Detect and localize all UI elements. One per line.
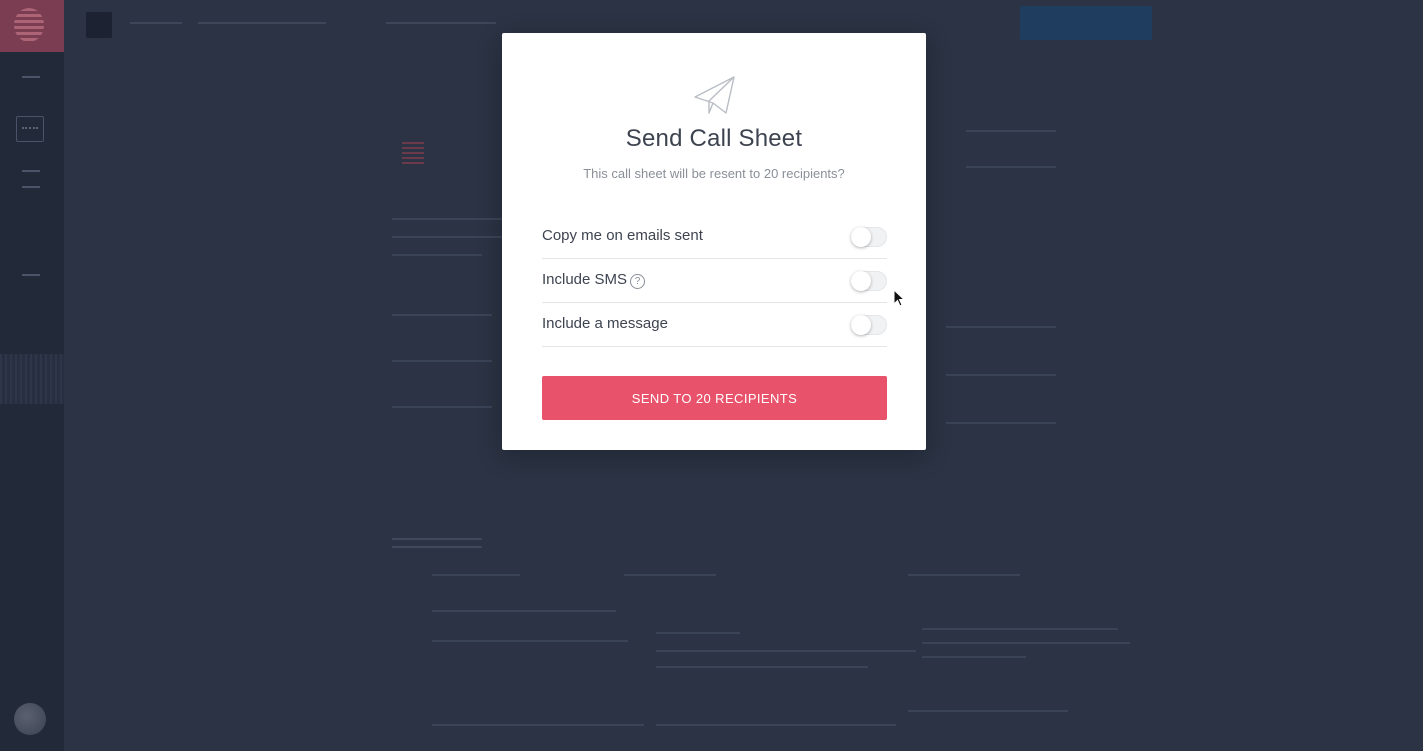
background-text (392, 314, 492, 316)
option-include-sms: Include SMS ? (542, 259, 887, 303)
background-text (922, 642, 1130, 644)
background-text (392, 254, 482, 256)
app-root: Send Call Sheet This call sheet will be … (0, 0, 1423, 751)
background-text (392, 218, 502, 220)
send-button[interactable]: SEND TO 20 RECIPIENTS (542, 376, 887, 420)
sidebar-item[interactable] (22, 170, 40, 172)
dialog-title: Send Call Sheet (625, 125, 803, 152)
toggle-knob (851, 227, 871, 247)
background-text (922, 628, 1118, 630)
background-column-header (908, 574, 1020, 576)
toggle-knob (851, 271, 871, 291)
sidebar-item[interactable] (22, 76, 40, 78)
background-text (432, 724, 644, 726)
background-text (966, 166, 1056, 168)
send-call-sheet-dialog: Send Call Sheet This call sheet will be … (502, 33, 926, 450)
background-text (922, 656, 1026, 658)
sidebar-active-item[interactable] (0, 354, 64, 404)
mouse-pointer-icon (893, 289, 905, 307)
avatar[interactable] (14, 703, 46, 735)
option-label: Include SMS (542, 271, 628, 288)
background-text (946, 422, 1056, 424)
background-text (392, 236, 502, 238)
logo-mark-icon (14, 8, 44, 42)
sidebar-item[interactable] (22, 186, 40, 188)
option-label: Include a message (542, 315, 668, 332)
sidebar (0, 0, 64, 751)
option-copy-me: Copy me on emails sent (542, 215, 887, 259)
question-circle-icon[interactable]: ? (630, 274, 645, 289)
background-text (946, 326, 1056, 328)
sidebar-item[interactable] (22, 274, 40, 276)
background-section-title (392, 538, 482, 548)
copy-me-toggle[interactable] (851, 227, 887, 247)
background-text (966, 130, 1056, 132)
breadcrumb[interactable] (130, 22, 182, 24)
paper-plane-icon (694, 76, 735, 114)
menu-icon[interactable] (86, 12, 112, 38)
breadcrumb[interactable] (386, 22, 496, 24)
background-text (656, 724, 896, 726)
option-label: Copy me on emails sent (542, 227, 703, 244)
background-text (946, 374, 1056, 376)
background-text (656, 666, 868, 668)
sidebar-calendar-icon[interactable] (16, 116, 44, 142)
background-text (908, 710, 1068, 712)
background-column-header (624, 574, 716, 576)
app-logo[interactable] (0, 0, 64, 52)
background-text (392, 406, 492, 408)
background-text (656, 650, 916, 652)
background-text (392, 360, 492, 362)
background-text (432, 640, 628, 642)
background-text (432, 610, 616, 612)
background-text (656, 632, 740, 634)
include-message-toggle[interactable] (851, 315, 887, 335)
option-include-message: Include a message (542, 303, 887, 347)
background-column-header (432, 574, 520, 576)
top-action-button[interactable] (1020, 6, 1152, 40)
toggle-knob (851, 315, 871, 335)
dialog-subtitle: This call sheet will be resent to 20 rec… (583, 166, 845, 181)
breadcrumb[interactable] (198, 22, 326, 24)
include-sms-toggle[interactable] (851, 271, 887, 291)
background-logo-icon (402, 142, 424, 164)
